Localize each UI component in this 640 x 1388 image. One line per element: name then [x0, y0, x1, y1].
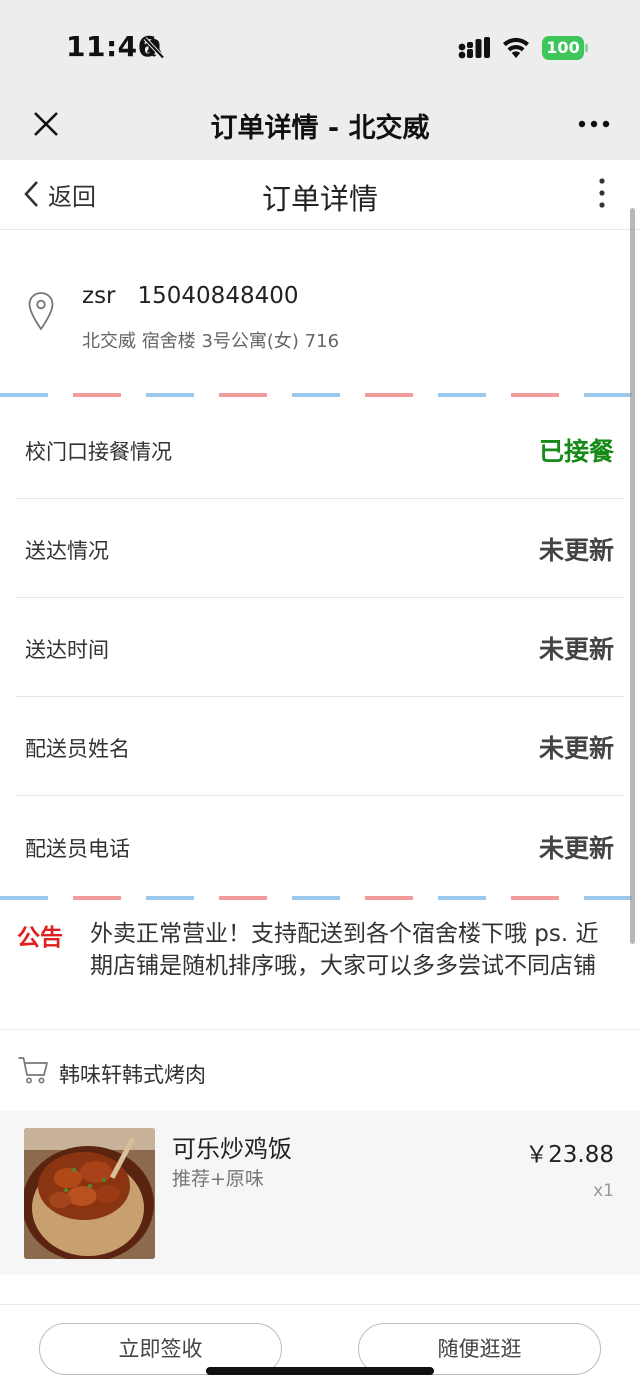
recipient-line: zsr 15040848400 [82, 283, 298, 309]
page-nav: 返回 订单详情 [0, 160, 640, 230]
order-item[interactable]: 可乐炒鸡饭 推荐+原味 ￥23.88 x1 [0, 1111, 640, 1275]
app-header: 订单详情 - 北交威 [0, 90, 640, 160]
more-options-icon[interactable] [574, 112, 614, 136]
kebab-menu-icon[interactable] [592, 176, 612, 210]
airmail-divider [0, 393, 640, 397]
status-row-courier-name: 配送员姓名 未更新 [16, 697, 624, 796]
shop-header[interactable]: 韩味轩韩式烤肉 [0, 1031, 640, 1111]
status-label: 送达情况 [25, 539, 109, 563]
status-bar: 11:46 100 [0, 0, 640, 90]
recipient-phone: 15040848400 [137, 283, 299, 309]
divider [0, 1304, 640, 1305]
status-value: 已接餐 [538, 437, 614, 466]
app-title: 订单详情 - 北交威 [210, 113, 430, 144]
announcement-tag: 公告 [17, 925, 63, 951]
dish-spec: 推荐+原味 [172, 1168, 264, 1190]
page-title: 订单详情 [261, 182, 378, 216]
scrollbar[interactable] [630, 208, 635, 944]
delivery-address[interactable]: zsr 15040848400 北交威 宿舍楼 3号公寓(女) 716 [0, 231, 640, 395]
wifi-icon [503, 37, 529, 58]
bell-off-icon [143, 37, 165, 59]
cart-icon [18, 1057, 48, 1084]
airmail-divider [0, 896, 640, 900]
shop-name: 韩味轩韩式烤肉 [59, 1063, 206, 1087]
status-label: 配送员姓名 [25, 737, 130, 761]
dish-name: 可乐炒鸡饭 [172, 1135, 292, 1163]
signal-icon [458, 37, 490, 59]
status-value: 未更新 [538, 536, 614, 565]
battery-icon: 100 [542, 36, 588, 60]
dish-image [24, 1128, 155, 1259]
home-indicator[interactable] [206, 1367, 434, 1375]
recipient-name: zsr [82, 283, 116, 309]
battery-level: 100 [542, 36, 584, 60]
status-label: 配送员电话 [25, 837, 130, 861]
dish-price: ￥23.88 [525, 1142, 614, 1168]
status-label: 送达时间 [25, 638, 109, 662]
status-value: 未更新 [538, 734, 614, 763]
status-row-pickup: 校门口接餐情况 已接餐 [16, 400, 624, 499]
announcement-text: 外卖正常营业！支持配送到各个宿舍楼下哦 ps. 近期店铺是随机排序哦，大家可以多… [90, 921, 599, 979]
dish-quantity: x1 [593, 1181, 614, 1201]
status-value: 未更新 [538, 635, 614, 664]
status-row-courier-phone: 配送员电话 未更新 [16, 797, 624, 896]
status-value: 未更新 [538, 834, 614, 863]
status-label: 校门口接餐情况 [25, 440, 172, 464]
status-row-delivery-time: 送达时间 未更新 [16, 598, 624, 697]
address-detail: 北交威 宿舍楼 3号公寓(女) 716 [82, 331, 340, 352]
location-pin-icon [28, 292, 54, 331]
status-row-delivery: 送达情况 未更新 [16, 499, 624, 598]
announcement: 公告 外卖正常营业！支持配送到各个宿舍楼下哦 ps. 近期店铺是随机排序哦，大家… [0, 906, 640, 1030]
